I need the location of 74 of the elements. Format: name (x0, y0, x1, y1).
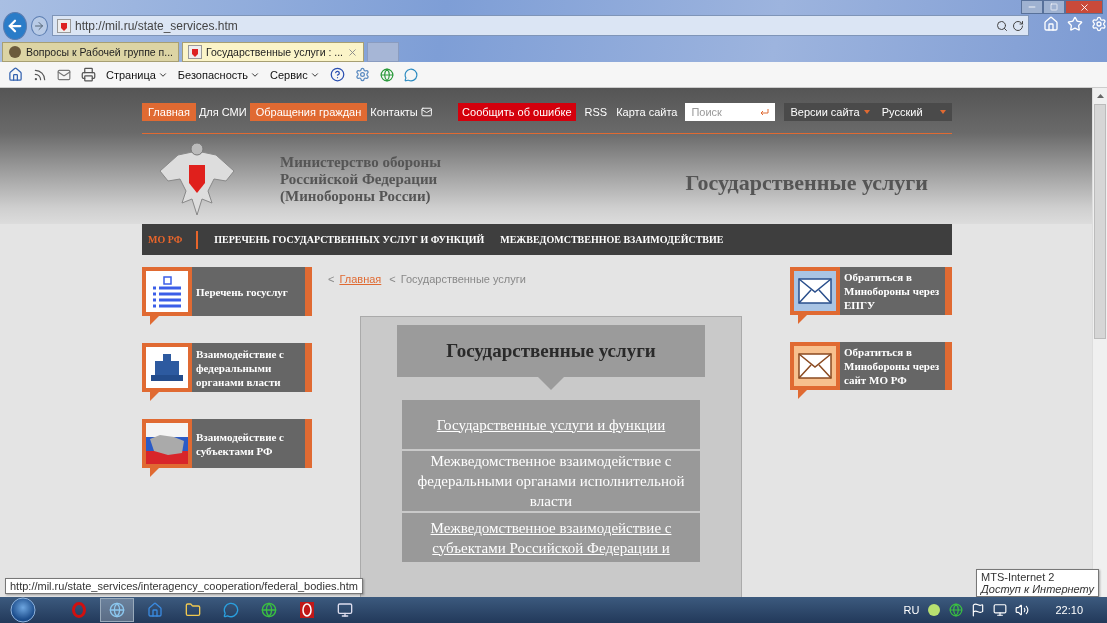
start-button[interactable] (8, 597, 38, 623)
close-icon (1078, 1, 1090, 13)
menu-item[interactable]: Страница (106, 68, 168, 81)
ring-icon (72, 602, 86, 618)
network-tooltip: MTS-Internet 2 Доступ к Интернету (976, 569, 1099, 597)
globe-icon[interactable] (949, 603, 964, 617)
nav-item[interactable]: МЕЖВЕДОМСТВЕННОЕ ВЗАИМОДЕЙСТВИЕ (500, 230, 724, 249)
printer-icon[interactable] (81, 67, 96, 82)
versions-dropdown[interactable]: Версии сайта (784, 103, 876, 121)
envelope-icon (798, 278, 832, 304)
ring-icon (300, 602, 314, 618)
menu-item[interactable]: Сервис (270, 68, 320, 81)
breadcrumb-separator: < (389, 273, 396, 285)
scroll-up-icon[interactable] (1096, 94, 1104, 98)
volume-icon[interactable] (1015, 603, 1030, 617)
folder-icon (185, 602, 201, 618)
search-field[interactable]: Поиск (685, 103, 776, 121)
orb-icon (10, 597, 36, 623)
browser-tab[interactable]: Вопросы к Рабочей группе п... (2, 42, 179, 62)
arrow-right-icon (33, 20, 46, 32)
breadcrumb-separator: < (328, 273, 335, 285)
chat-icon (223, 602, 239, 618)
menu-item[interactable]: Безопасность (177, 68, 261, 81)
site-icon (57, 18, 71, 33)
report-error-button[interactable]: Сообщить об ошибке (458, 103, 576, 121)
clock[interactable]: 22:10 (1055, 604, 1083, 616)
home-icon[interactable] (8, 67, 23, 82)
browser-tab[interactable]: Государственные услуги : ... (182, 42, 364, 62)
settings-icon[interactable] (1091, 16, 1107, 32)
search-icon[interactable] (996, 19, 1008, 32)
square-icon (1050, 3, 1058, 11)
map-icon (146, 423, 188, 464)
panel-title: Государственные услуги (397, 325, 705, 377)
house-icon (147, 602, 163, 618)
back-button[interactable] (3, 12, 27, 40)
help-icon[interactable] (329, 67, 345, 82)
restore-button[interactable] (1043, 0, 1065, 14)
close-icon[interactable] (347, 46, 358, 58)
checklist-icon (151, 275, 183, 308)
status-tooltip: http://mil.ru/state_services/interagency_cooperation/federal_bodies.htm (5, 578, 363, 594)
avatar-icon (8, 45, 22, 59)
nav-item[interactable]: МО РФ (148, 230, 199, 249)
globe-icon[interactable] (379, 67, 394, 82)
minimize-button[interactable] (1021, 0, 1043, 14)
enter-icon (760, 109, 770, 116)
rss-link[interactable]: RSS (584, 106, 608, 118)
gear-icon[interactable] (354, 67, 370, 82)
close-button[interactable] (1065, 0, 1103, 14)
nav-item[interactable]: ПЕРЕЧЕНЬ ГОСУДАРСТВЕННЫХ УСЛУГ И ФУНКЦИЙ (214, 230, 485, 249)
envelope-icon (798, 353, 832, 379)
building-icon (149, 352, 185, 383)
site-icon (188, 45, 202, 59)
forward-button[interactable] (30, 16, 48, 36)
sitemap-link[interactable]: Карта сайта (616, 106, 678, 118)
refresh-icon[interactable] (1012, 19, 1024, 32)
language-indicator[interactable]: RU (903, 604, 920, 616)
mail-icon[interactable] (57, 67, 71, 82)
mail-icon (420, 106, 433, 118)
site-title: Государственные услуги (685, 170, 928, 196)
nav-link[interactable]: Главная (142, 103, 196, 121)
network-icon[interactable] (993, 603, 1008, 617)
chat-icon[interactable] (403, 67, 418, 82)
breadcrumb-current: Государственные услуги (400, 273, 526, 285)
globe-icon (261, 602, 277, 618)
feed-icon[interactable] (33, 67, 47, 82)
nav-link[interactable]: Для СМИ (195, 103, 250, 121)
ministry-name: Министерство обороны Российской Федерации (Минобороны России) (280, 153, 442, 205)
language-dropdown[interactable]: Русский (875, 103, 952, 121)
nav-link[interactable]: Контакты (367, 103, 421, 121)
globe-icon (109, 602, 125, 618)
address-bar[interactable]: http://mil.ru/state_services.htm (52, 15, 1029, 36)
star-icon[interactable] (1067, 16, 1083, 32)
nav-link[interactable]: Обращения граждан (249, 103, 368, 121)
flag-icon[interactable] (971, 603, 986, 617)
